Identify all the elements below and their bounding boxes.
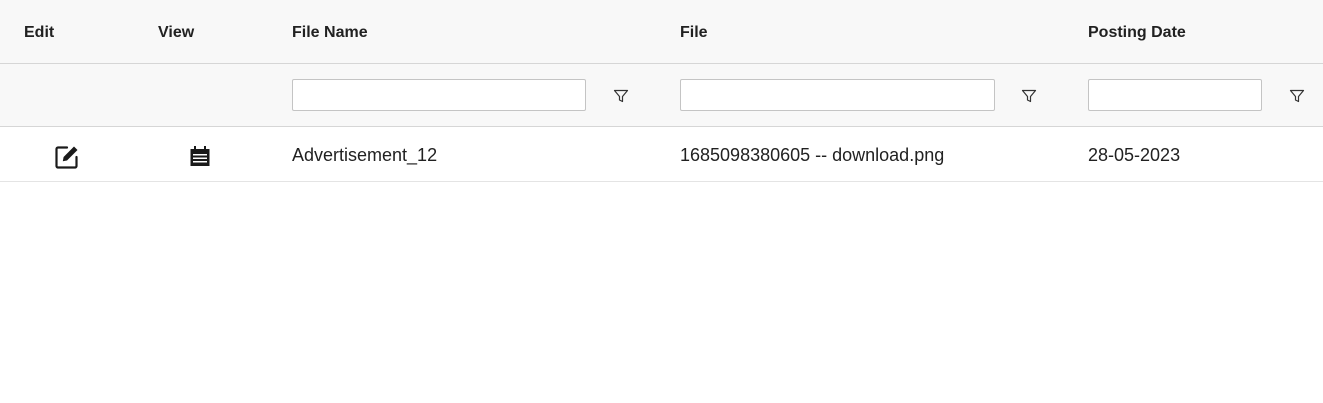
view-document-icon: [190, 146, 210, 166]
data-grid: Edit View File Name File Posting Date Ad…: [0, 0, 1323, 403]
column-header-edit[interactable]: Edit: [24, 0, 54, 64]
column-header-file[interactable]: File: [680, 0, 708, 64]
file-filter-button[interactable]: [1019, 86, 1039, 106]
edit-button[interactable]: [53, 143, 81, 171]
posting-date-filter-input[interactable]: [1088, 79, 1262, 111]
column-header-view[interactable]: View: [158, 0, 194, 64]
filter-icon: [613, 89, 629, 103]
column-header-file-name[interactable]: File Name: [292, 0, 368, 64]
file-filter-input[interactable]: [680, 79, 995, 111]
table-row: Advertisement_12 1685098380605 -- downlo…: [0, 127, 1323, 182]
filter-icon: [1021, 89, 1037, 103]
posting-date-filter-button[interactable]: [1287, 86, 1307, 106]
file-cell[interactable]: 1685098380605 -- download.png: [680, 127, 944, 182]
filter-icon: [1289, 89, 1305, 103]
file-name-filter-button[interactable]: [611, 86, 631, 106]
file-name-filter-input[interactable]: [292, 79, 586, 111]
file-name-cell: Advertisement_12: [292, 145, 438, 165]
edit-icon: [55, 146, 78, 169]
grid-header: Edit View File Name File Posting Date: [0, 0, 1323, 64]
column-header-posting-date[interactable]: Posting Date: [1088, 0, 1186, 64]
view-button[interactable]: [188, 144, 212, 168]
filter-bar: [0, 64, 1323, 127]
posting-date-cell: 28-05-2023: [1088, 145, 1181, 165]
